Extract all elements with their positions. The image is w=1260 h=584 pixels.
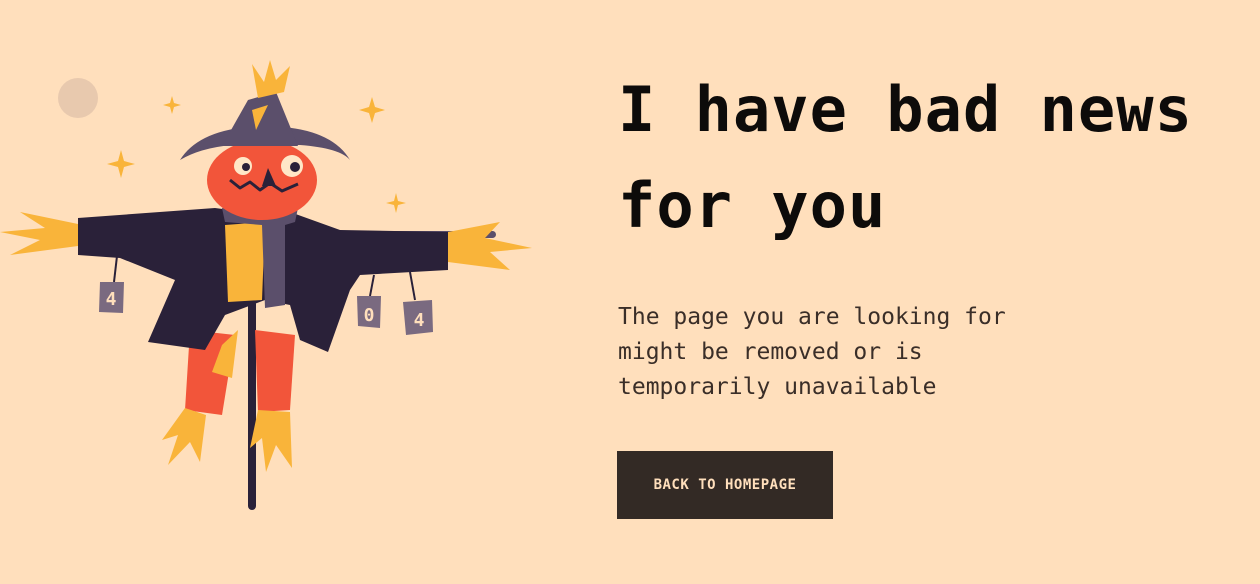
right-leg: [255, 330, 295, 412]
can-4-right: 4: [403, 271, 433, 335]
page-description: The page you are looking for might be re…: [618, 304, 1006, 400]
svg-text:4: 4: [414, 310, 425, 331]
shirt: [225, 222, 265, 302]
right-pupil: [290, 162, 300, 172]
right-foot-straw: [250, 410, 292, 472]
can-0: 0: [357, 274, 381, 328]
back-to-homepage-button[interactable]: BACK TO HOMEPAGE: [617, 451, 833, 519]
right-straw-hand: [448, 222, 532, 270]
page-title: I have bad news for you: [618, 73, 1193, 242]
error-message: I have bad news for you The page you are…: [618, 62, 1238, 405]
left-straw-hand: [0, 212, 78, 255]
left-foot-straw: [162, 408, 206, 465]
hat-straw: [252, 60, 290, 98]
error-page: 4 0 4 I have bad news for you The page y…: [0, 0, 1260, 584]
svg-text:0: 0: [364, 305, 375, 326]
moon-circle: [58, 78, 98, 118]
svg-text:4: 4: [106, 289, 117, 310]
scarecrow-illustration: 4 0 4: [0, 60, 532, 510]
can-4-left: 4: [99, 255, 124, 313]
left-pupil: [242, 163, 250, 171]
pole: [248, 300, 256, 510]
pumpkin-head: [207, 140, 317, 220]
